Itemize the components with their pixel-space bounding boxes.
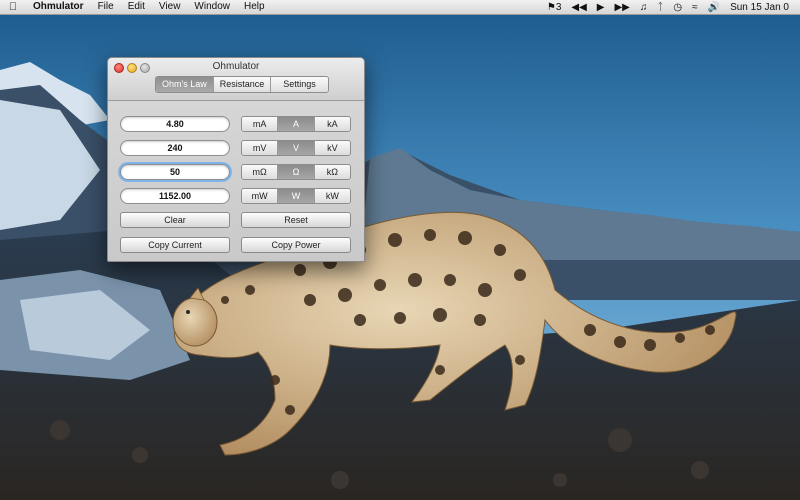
wifi-icon[interactable]: ≈ [687,2,703,13]
tab-resistance[interactable]: Resistance [213,77,272,92]
play-icon[interactable]: ▶ [592,2,610,13]
resistance-unit-selector: mΩ Ω kΩ [241,164,351,180]
voltage-field[interactable]: 240 [120,140,230,156]
window-title: Ohmulator [212,61,260,72]
ohmulator-window: Ohmulator Ohm's Law Resistance Settings … [107,57,365,262]
unit-kiloohm[interactable]: kΩ [314,165,350,179]
copy-power-button[interactable]: Copy Power [241,237,351,253]
apple-icon[interactable]:  [0,1,26,13]
menu-window[interactable]: Window [187,0,237,14]
rewind-icon[interactable]: ◀◀ [566,2,591,13]
menubar-clock[interactable]: Sun 15 Jan 0 [725,2,794,13]
unit-kiloamp[interactable]: kA [314,117,350,131]
ohms-law-panel: 4.80 mA A kA 240 mV V kV 50 mΩ Ω kΩ 1152… [108,101,364,261]
menu-help[interactable]: Help [237,0,272,14]
bluetooth-icon[interactable]: ᛏ [652,2,668,13]
power-field[interactable]: 1152.00 [120,188,230,204]
tab-settings[interactable]: Settings [271,77,328,92]
tab-bar: Ohm's Law Resistance Settings [155,76,329,93]
menu-app-name[interactable]: Ohmulator [26,0,91,14]
unit-kilovolt[interactable]: kV [314,141,350,155]
fast-forward-icon[interactable]: ▶▶ [609,2,634,13]
menu-view[interactable]: View [152,0,188,14]
menu-bar:  Ohmulator File Edit View Window Help ⚑… [0,0,800,15]
unit-volt[interactable]: V [278,141,315,155]
menu-file[interactable]: File [91,0,121,14]
unit-ohm[interactable]: Ω [278,165,315,179]
unit-millivolt[interactable]: mV [242,141,279,155]
current-field[interactable]: 4.80 [120,116,230,132]
copy-current-button[interactable]: Copy Current [120,237,230,253]
unit-watt[interactable]: W [278,189,315,203]
unit-amp[interactable]: A [278,117,315,131]
unit-milliohm[interactable]: mΩ [242,165,279,179]
notification-count: 3 [555,1,562,13]
power-unit-selector: mW W kW [241,188,351,204]
reset-button[interactable]: Reset [241,212,351,228]
menu-edit[interactable]: Edit [121,0,152,14]
itunes-icon[interactable]: ♫ [635,2,653,13]
clear-button[interactable]: Clear [120,212,230,228]
time-machine-icon[interactable]: ◷ [668,2,687,13]
tab-ohms-law[interactable]: Ohm's Law [156,77,214,92]
unit-kilowatt[interactable]: kW [314,189,350,203]
unit-milliwatt[interactable]: mW [242,189,279,203]
resistance-field[interactable]: 50 [120,164,230,180]
notification-icon[interactable]: ⚑3 [542,2,567,13]
voltage-unit-selector: mV V kV [241,140,351,156]
current-unit-selector: mA A kA [241,116,351,132]
volume-icon[interactable]: 🔊 [703,2,725,13]
window-titlebar[interactable]: Ohmulator Ohm's Law Resistance Settings [108,58,364,101]
unit-milliamp[interactable]: mA [242,117,279,131]
